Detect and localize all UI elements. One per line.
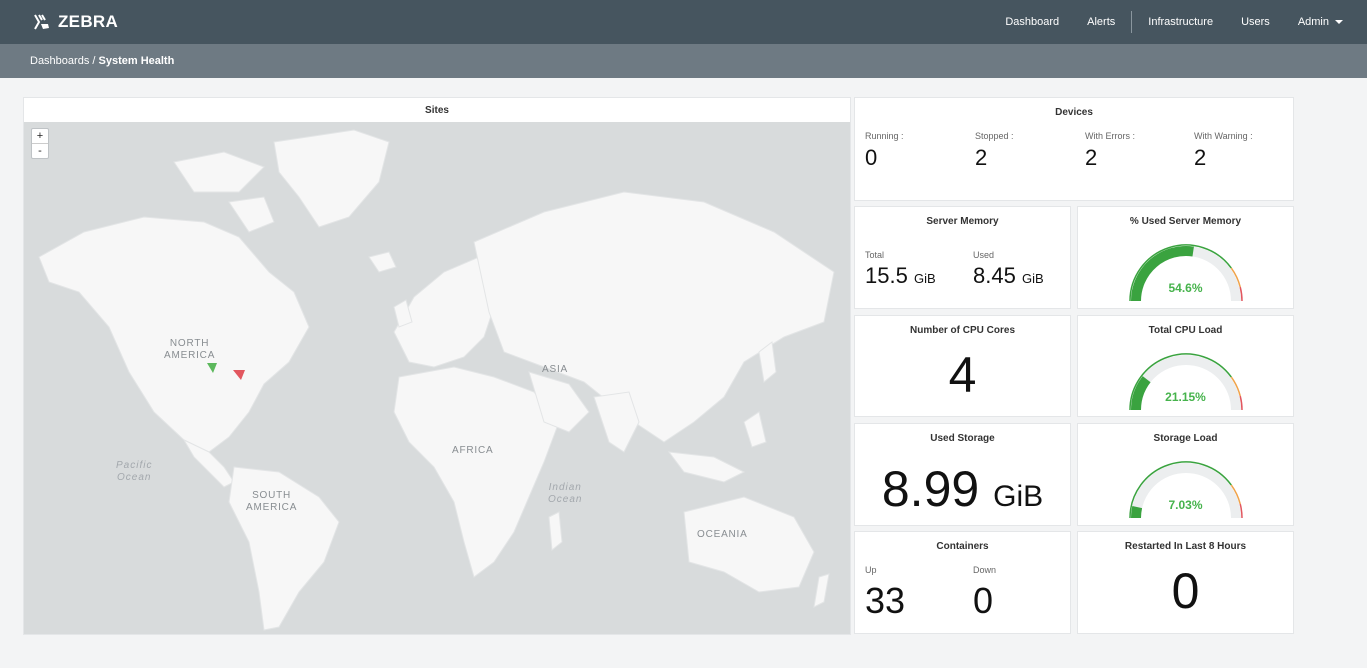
containers-down-value: 0 <box>973 580 994 621</box>
running-label: Running : <box>865 131 904 141</box>
zoom-in-button[interactable]: + <box>32 129 48 143</box>
site-marker-ok[interactable] <box>206 362 218 374</box>
used-storage-card: Used Storage 8.99 GiB <box>855 424 1070 525</box>
used-memory-gauge-title: % Used Server Memory <box>1129 216 1242 227</box>
storage-load-gauge-card: Storage Load 7.03% <box>1078 424 1293 525</box>
used-storage-title: Used Storage <box>930 433 995 444</box>
stopped-count: 2 <box>975 145 988 170</box>
world-map[interactable]: + - NORTH AMERICA SOUTH AMERICA AFRICA A… <box>24 122 850 634</box>
label-south-america: SOUTH AMERICA <box>246 490 298 513</box>
sites-title: Sites <box>425 105 449 116</box>
cpu-load-gauge-card: Total CPU Load 21.15% <box>1078 316 1293 416</box>
memory-used-unit: GiB <box>1021 271 1044 286</box>
containers-title: Containers <box>936 541 989 552</box>
containers-up-label: Up <box>865 565 877 575</box>
admin-label: Admin <box>1297 16 1329 28</box>
breadcrumb-separator: / <box>89 55 99 67</box>
memory-used-label: Used <box>973 250 995 260</box>
errors-count: 2 <box>1085 145 1098 170</box>
zebra-logo[interactable]: ZEBRA <box>32 11 118 33</box>
breadcrumb-dashboards[interactable]: Dashboards <box>30 55 89 67</box>
restarted-title: Restarted In Last 8 Hours <box>1124 541 1247 552</box>
cpu-load-gauge-title: Total CPU Load <box>1148 325 1223 336</box>
stopped-label: Stopped : <box>975 131 1014 141</box>
zebra-head-icon <box>34 14 49 30</box>
label-asia: ASIA <box>542 364 568 375</box>
devices-card: Devices Running : 0 Stopped : 2 With Err… <box>855 98 1293 200</box>
cpu-load-gauge-value: 21.15% <box>1165 390 1206 404</box>
server-memory-title: Server Memory <box>926 216 999 227</box>
breadcrumb-bar: Dashboards / System Health <box>0 44 1367 78</box>
restarted-card: Restarted In Last 8 Hours 0 <box>1078 532 1293 633</box>
breadcrumb-current: System Health <box>98 55 175 67</box>
containers-down-label: Down <box>973 565 997 575</box>
used-storage-value: 8.99 GiB <box>881 461 1044 517</box>
cpu-cores-value: 4 <box>948 347 977 403</box>
nav-dashboard[interactable]: Dashboard <box>991 16 1073 28</box>
used-storage-unit: GiB <box>993 480 1044 513</box>
running-count: 0 <box>865 145 878 170</box>
nav-users[interactable]: Users <box>1227 16 1284 28</box>
label-pacific-ocean: Pacific Ocean <box>116 460 153 483</box>
used-memory-gauge-value: 54.6% <box>1168 281 1203 295</box>
brand-name: ZEBRA <box>58 12 119 31</box>
map-zoom-control: + - <box>31 128 49 159</box>
warning-label: With Warning : <box>1194 131 1253 141</box>
label-north-america: NORTH AMERICA <box>164 338 216 361</box>
containers-card: Containers Up 33 Down 0 <box>855 532 1070 633</box>
containers-up-value: 33 <box>865 580 906 621</box>
top-navbar: ZEBRA Dashboard Alerts Infrastructure Us… <box>0 0 1367 44</box>
errors-label: With Errors : <box>1085 131 1136 141</box>
used-memory-gauge <box>1128 244 1243 302</box>
cpu-cores-card: Number of CPU Cores 4 <box>855 316 1070 416</box>
chevron-down-icon <box>1335 20 1343 24</box>
memory-total-unit: GiB <box>913 271 936 286</box>
used-memory-gauge-card: % Used Server Memory 54.6% <box>1078 207 1293 308</box>
storage-load-gauge-title: Storage Load <box>1153 433 1218 444</box>
nav-infrastructure[interactable]: Infrastructure <box>1134 16 1227 28</box>
cpu-load-gauge <box>1128 353 1243 411</box>
label-africa: AFRICA <box>452 445 494 456</box>
memory-total-label: Total <box>865 250 885 260</box>
devices-title: Devices <box>1055 107 1093 118</box>
admin-menu[interactable]: Admin <box>1284 16 1357 28</box>
label-oceania: OCEANIA <box>697 529 748 540</box>
warning-count: 2 <box>1194 145 1207 170</box>
storage-load-gauge <box>1128 461 1243 519</box>
memory-used-value: 8.45 GiB <box>973 263 1044 288</box>
zoom-out-button[interactable]: - <box>32 143 48 158</box>
restarted-value: 0 <box>1171 563 1200 619</box>
memory-total-value: 15.5 GiB <box>865 263 936 288</box>
nav-divider <box>1131 11 1133 33</box>
storage-load-gauge-value: 7.03% <box>1168 498 1203 512</box>
main-nav: Dashboard Alerts Infrastructure Users Ad… <box>991 0 1357 44</box>
label-indian-ocean: Indian Ocean <box>548 482 583 505</box>
server-memory-card: Server Memory Total 15.5 GiB Used 8.45 G… <box>855 207 1070 308</box>
cpu-cores-title: Number of CPU Cores <box>909 325 1015 336</box>
nav-alerts[interactable]: Alerts <box>1073 16 1129 28</box>
sites-map-card: Sites + - NORTH AMERICA SOUTH AMERICA AF… <box>24 98 850 634</box>
breadcrumb: Dashboards / System Health <box>30 55 174 67</box>
site-marker-error[interactable] <box>232 369 246 381</box>
world-map-land <box>24 122 850 631</box>
